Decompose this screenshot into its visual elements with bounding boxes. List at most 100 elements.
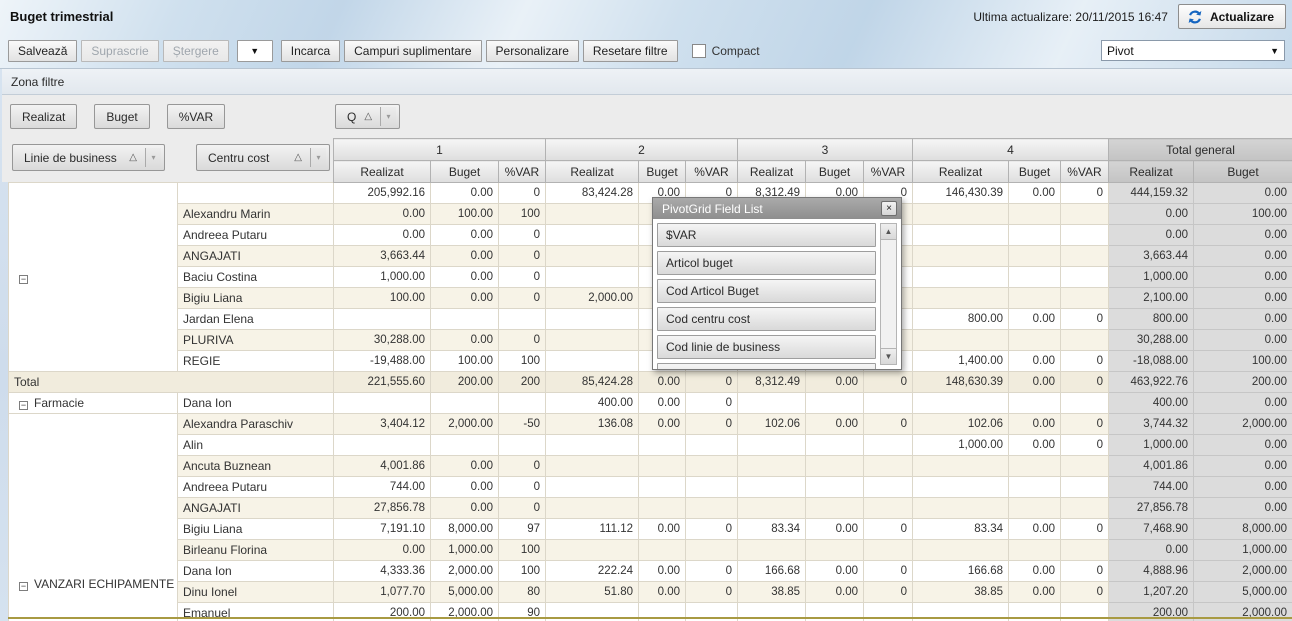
data-cell[interactable] (546, 225, 639, 246)
data-cell[interactable]: 0 (864, 582, 913, 603)
data-cell[interactable]: 0.00 (431, 498, 499, 519)
measure-button-realizat[interactable]: Realizat (10, 104, 77, 129)
data-cell[interactable] (1009, 246, 1061, 267)
data-cell[interactable]: 0.00 (806, 372, 864, 393)
data-cell[interactable] (864, 540, 913, 561)
data-cell[interactable] (1009, 267, 1061, 288)
data-cell[interactable] (913, 498, 1009, 519)
data-cell[interactable]: 0 (499, 225, 546, 246)
data-cell[interactable]: 100 (499, 561, 546, 582)
data-cell[interactable]: 0 (499, 456, 546, 477)
data-cell[interactable]: 200.00 (431, 372, 499, 393)
row-name-cell[interactable]: Baciu Costina (178, 267, 334, 288)
data-cell[interactable]: 0 (686, 414, 738, 435)
data-cell[interactable]: 100.00 (431, 351, 499, 372)
data-cell[interactable]: 166.68 (738, 561, 806, 582)
field-list-item[interactable]: Cod centru cost (657, 307, 876, 331)
data-cell[interactable] (1061, 393, 1109, 414)
data-cell[interactable]: 0 (1061, 351, 1109, 372)
data-cell[interactable]: 166.68 (913, 561, 1009, 582)
data-cell[interactable]: 100 (499, 204, 546, 225)
data-cell[interactable]: 5,000.00 (431, 582, 499, 603)
data-cell[interactable]: 7,191.10 (334, 519, 431, 540)
data-cell[interactable] (913, 225, 1009, 246)
data-cell[interactable]: 100.00 (1194, 351, 1292, 372)
data-cell[interactable]: 3,663.44 (334, 246, 431, 267)
data-cell[interactable]: 5,000.00 (1194, 582, 1292, 603)
data-cell[interactable]: 200 (499, 372, 546, 393)
data-cell[interactable]: 83,424.28 (546, 183, 639, 204)
data-cell[interactable]: 0.00 (431, 267, 499, 288)
data-cell[interactable] (738, 477, 806, 498)
row-name-cell[interactable]: Alexandra Paraschiv (178, 414, 334, 435)
data-cell[interactable]: 0.00 (1194, 225, 1292, 246)
column-sub-header[interactable]: %VAR (499, 161, 546, 183)
customize-button[interactable]: Personalizare (486, 40, 579, 62)
scroll-up-button[interactable]: ▲ (881, 224, 896, 240)
data-cell[interactable]: -19,488.00 (334, 351, 431, 372)
row-name-cell[interactable]: ANGAJATI (178, 498, 334, 519)
data-cell[interactable] (1009, 288, 1061, 309)
row-name-cell[interactable]: Andreea Putaru (178, 477, 334, 498)
data-cell[interactable]: 1,000.00 (913, 435, 1009, 456)
column-sub-header[interactable]: Realizat (738, 161, 806, 183)
data-cell[interactable]: 4,333.36 (334, 561, 431, 582)
data-cell[interactable] (1009, 393, 1061, 414)
column-group-header[interactable]: Total general (1109, 139, 1292, 161)
data-cell[interactable]: 0.00 (1009, 561, 1061, 582)
data-cell[interactable] (499, 393, 546, 414)
data-cell[interactable]: 0.00 (1194, 393, 1292, 414)
data-cell[interactable] (1009, 225, 1061, 246)
column-sub-header[interactable]: %VAR (1061, 161, 1109, 183)
row-name-cell[interactable]: PLURIVA (178, 330, 334, 351)
data-cell[interactable] (1009, 540, 1061, 561)
compact-checkbox[interactable] (692, 44, 706, 58)
data-cell[interactable]: 0.00 (1194, 246, 1292, 267)
column-sub-header[interactable]: Buget (1009, 161, 1061, 183)
data-cell[interactable] (913, 456, 1009, 477)
column-sub-header[interactable]: Realizat (546, 161, 639, 183)
data-cell[interactable]: 0 (1061, 582, 1109, 603)
collapse-icon[interactable]: − (19, 275, 28, 284)
row-group-cell[interactable]: − (9, 183, 178, 372)
data-cell[interactable]: 0.00 (334, 540, 431, 561)
data-cell[interactable]: 0.00 (1109, 204, 1194, 225)
data-cell[interactable]: 0 (1061, 183, 1109, 204)
data-cell[interactable]: 0 (686, 372, 738, 393)
data-cell[interactable]: 0.00 (431, 246, 499, 267)
data-cell[interactable]: 0 (1061, 519, 1109, 540)
data-cell[interactable]: 0 (499, 246, 546, 267)
data-cell[interactable]: 100.00 (334, 288, 431, 309)
data-cell[interactable] (1061, 330, 1109, 351)
data-cell[interactable]: 1,077.70 (334, 582, 431, 603)
data-cell[interactable]: 3,663.44 (1109, 246, 1194, 267)
data-cell[interactable]: 0 (686, 393, 738, 414)
data-cell[interactable]: 0.00 (1009, 372, 1061, 393)
data-cell[interactable]: 0 (1061, 372, 1109, 393)
data-cell[interactable]: 0.00 (1194, 435, 1292, 456)
field-list-item[interactable]: Articol buget (657, 251, 876, 275)
column-field-button-q[interactable]: Q △ ▾ (335, 104, 400, 129)
data-cell[interactable] (1009, 456, 1061, 477)
data-cell[interactable] (913, 288, 1009, 309)
collapse-icon[interactable]: − (19, 582, 28, 591)
data-cell[interactable] (686, 498, 738, 519)
data-cell[interactable]: 97 (499, 519, 546, 540)
collapse-icon[interactable]: − (19, 401, 28, 410)
data-cell[interactable] (913, 330, 1009, 351)
data-cell[interactable]: 0.00 (1009, 435, 1061, 456)
data-cell[interactable]: 4,001.86 (1109, 456, 1194, 477)
data-cell[interactable] (499, 309, 546, 330)
row-name-cell[interactable]: ANGAJATI (178, 246, 334, 267)
data-cell[interactable]: 0 (864, 561, 913, 582)
column-sub-header[interactable]: Buget (1194, 161, 1292, 183)
data-cell[interactable]: 0 (686, 561, 738, 582)
data-cell[interactable]: 400.00 (546, 393, 639, 414)
data-cell[interactable]: 38.85 (913, 582, 1009, 603)
column-sub-header[interactable]: Realizat (334, 161, 431, 183)
data-cell[interactable] (499, 435, 546, 456)
data-cell[interactable] (431, 435, 499, 456)
data-cell[interactable]: 80 (499, 582, 546, 603)
data-cell[interactable]: 0.00 (806, 519, 864, 540)
data-cell[interactable]: 0 (864, 372, 913, 393)
